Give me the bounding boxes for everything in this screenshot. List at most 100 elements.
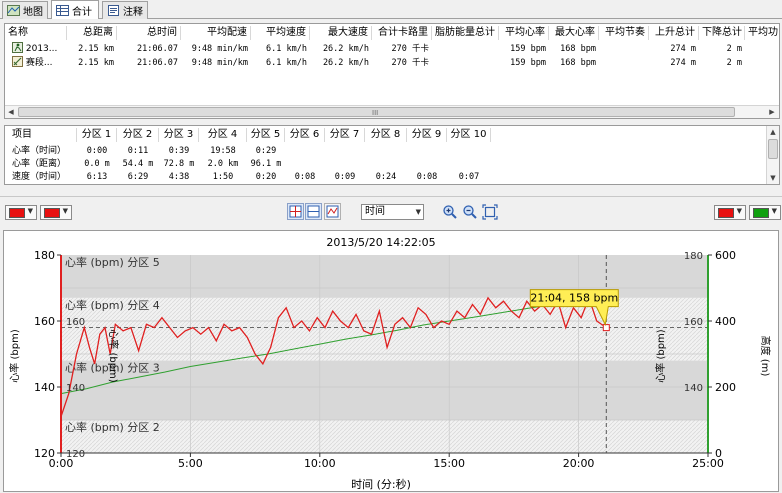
table-row[interactable]: 2013... 2.15 km 21:06.07 9:48 min/km 6.1… xyxy=(5,42,779,56)
zoom-out-icon[interactable] xyxy=(462,204,478,220)
cell-value xyxy=(447,145,491,157)
cell-value: 4:38 xyxy=(168,172,190,182)
zones-header-row: 项目 分区 1 分区 2 分区 3 分区 4 分区 5 分区 6 分区 7 分区… xyxy=(5,128,779,142)
chart-panel: 心率 (bpm) 分区 5 心率 (bpm) 分区 4 心率 (bpm) 分区 3心… xyxy=(3,230,779,492)
app-window: 地图 合计 注释 名称 总距离 总时间 平均配速 平均速度 最大速度 合计卡路里… xyxy=(0,0,782,493)
x-tick-label: 15:00 xyxy=(433,457,465,470)
table-row[interactable]: 赛段... 2.15 km 21:06.07 9:48 min/km 6.1 k… xyxy=(5,56,779,70)
cell-value xyxy=(285,145,325,157)
y-tick-label-right-inner: 140 xyxy=(684,383,703,394)
cell-value xyxy=(745,42,779,56)
tab-label: 注释 xyxy=(123,7,143,18)
summary-table: 名称 总距离 总时间 平均配速 平均速度 最大速度 合计卡路里 脂肪能量总计 平… xyxy=(4,23,780,119)
y-tick-label-left: 180 xyxy=(34,249,55,262)
chevron-down-icon: ▼ xyxy=(736,207,742,215)
cell-value: 54.4 m xyxy=(122,159,154,169)
column-header[interactable]: 最大心率 xyxy=(549,26,599,40)
scrollbar-thumb[interactable]: III xyxy=(18,107,735,117)
column-header[interactable]: 分区 10 xyxy=(447,128,491,142)
cell-value: 159 bpm xyxy=(510,44,546,54)
column-header[interactable]: 分区 4 xyxy=(199,128,247,142)
column-header[interactable]: 合计卡路里 xyxy=(372,26,432,40)
x-axis-mode-select[interactable]: 时间 ▼ xyxy=(361,204,424,220)
column-header[interactable]: 平均节奏 xyxy=(599,26,649,40)
column-header[interactable]: 总距离 xyxy=(67,26,117,40)
column-header[interactable]: 脂肪能量总计 xyxy=(432,26,499,40)
zoom-in-icon[interactable] xyxy=(442,204,458,220)
cell-value: 9:48 min/km xyxy=(191,44,248,54)
color-swatch xyxy=(44,208,60,218)
cell-value: 0:11 xyxy=(127,146,149,156)
table-row: 速度（时间） 6:13 6:29 4:38 1:50 0:20 0:08 0:0… xyxy=(5,171,779,183)
left-color-picker-1[interactable]: ▼ xyxy=(5,205,37,220)
cell-value: 26.2 km/h xyxy=(322,58,369,68)
column-header[interactable]: 上升总计 xyxy=(649,26,699,40)
column-header[interactable]: 项目 xyxy=(9,128,77,142)
horizontal-scrollbar[interactable]: ◀ III ▶ xyxy=(5,105,779,118)
column-header[interactable]: 名称 xyxy=(5,26,67,40)
cell-value: 2.15 km xyxy=(78,44,114,54)
y-tick-label-left-inner: 160 xyxy=(66,317,85,328)
tab-notes[interactable]: 注释 xyxy=(102,1,148,19)
column-header[interactable]: 平均配速 xyxy=(181,26,251,40)
cell-value: 6:29 xyxy=(127,172,149,182)
cell-value: 0:07 xyxy=(458,172,480,182)
cell-value xyxy=(407,158,447,170)
scroll-up-icon[interactable]: ▲ xyxy=(767,127,779,137)
table-row: 心率（距离） 0.0 m 54.4 m 72.8 m 2.0 km 96.1 m xyxy=(5,158,779,170)
row-name-cell: 赛段... xyxy=(9,56,67,70)
tab-map[interactable]: 地图 xyxy=(2,1,48,19)
y-tick-label-left: 120 xyxy=(34,447,55,460)
column-header[interactable]: 分区 1 xyxy=(77,128,117,142)
chevron-down-icon: ▼ xyxy=(415,208,421,216)
cell-value xyxy=(599,56,649,70)
fit-icon[interactable] xyxy=(482,204,498,220)
scroll-left-icon[interactable]: ◀ xyxy=(5,107,17,118)
column-header[interactable]: 分区 5 xyxy=(247,128,285,142)
cell-value: 6:13 xyxy=(86,172,108,182)
y-tick-label-right-inner: 180 xyxy=(684,251,703,262)
cell-value: 2013... xyxy=(25,44,58,54)
column-header[interactable]: 平均心率 xyxy=(499,26,549,40)
select-value: 时间 xyxy=(365,206,385,217)
x-axis-label: 时间 (分:秒) xyxy=(351,477,411,491)
column-header[interactable]: 分区 9 xyxy=(407,128,447,142)
column-header[interactable]: 分区 3 xyxy=(159,128,199,142)
cell-value: 1:50 xyxy=(212,172,234,182)
column-header[interactable]: 平均速度 xyxy=(251,26,310,40)
column-header[interactable]: 平均功 xyxy=(745,26,779,40)
scroll-right-icon[interactable]: ▶ xyxy=(766,107,778,118)
split-view-icon xyxy=(307,205,320,218)
cell-value: 2 m xyxy=(726,44,742,54)
y-tick-label-left: 140 xyxy=(34,381,55,394)
scroll-down-icon[interactable]: ▼ xyxy=(767,173,779,183)
right-inner-axis-label: 心率 (bpm) xyxy=(654,329,667,383)
column-header[interactable]: 分区 8 xyxy=(365,128,407,142)
heart-rate-chart[interactable]: 心率 (bpm) 分区 5心率 (bpm) 分区 4心率 (bpm) 分区 3心… xyxy=(4,231,780,493)
cell-value xyxy=(365,145,407,157)
column-header[interactable]: 分区 7 xyxy=(325,128,365,142)
vertical-scrollbar[interactable]: ▲ ▼ xyxy=(766,126,779,184)
split-view-button[interactable] xyxy=(305,203,322,220)
right-color-picker-2[interactable]: ▼ xyxy=(749,205,781,220)
color-swatch xyxy=(9,208,25,218)
column-header[interactable]: 最大速度 xyxy=(310,26,372,40)
right-color-picker-1[interactable]: ▼ xyxy=(714,205,746,220)
cell-value xyxy=(432,42,499,56)
line-graph-button[interactable] xyxy=(324,203,341,220)
column-header[interactable]: 总时间 xyxy=(117,26,181,40)
cell-value xyxy=(447,158,491,170)
crosshair-button[interactable] xyxy=(287,203,304,220)
left-color-picker-2[interactable]: ▼ xyxy=(40,205,72,220)
cell-value: 72.8 m xyxy=(163,159,195,169)
column-header[interactable]: 下降总计 xyxy=(699,26,745,40)
scrollbar-thumb[interactable] xyxy=(768,139,778,159)
tab-summary[interactable]: 合计 xyxy=(51,0,99,19)
zones-table: 项目 分区 1 分区 2 分区 3 分区 4 分区 5 分区 6 分区 7 分区… xyxy=(4,125,780,185)
column-header[interactable]: 分区 2 xyxy=(117,128,159,142)
cell-value: 6.1 km/h xyxy=(266,58,307,68)
cell-value xyxy=(325,158,365,170)
column-header[interactable]: 分区 6 xyxy=(285,128,325,142)
scrollbar-grip: III xyxy=(372,109,379,117)
cell-value: 0:08 xyxy=(416,172,438,182)
